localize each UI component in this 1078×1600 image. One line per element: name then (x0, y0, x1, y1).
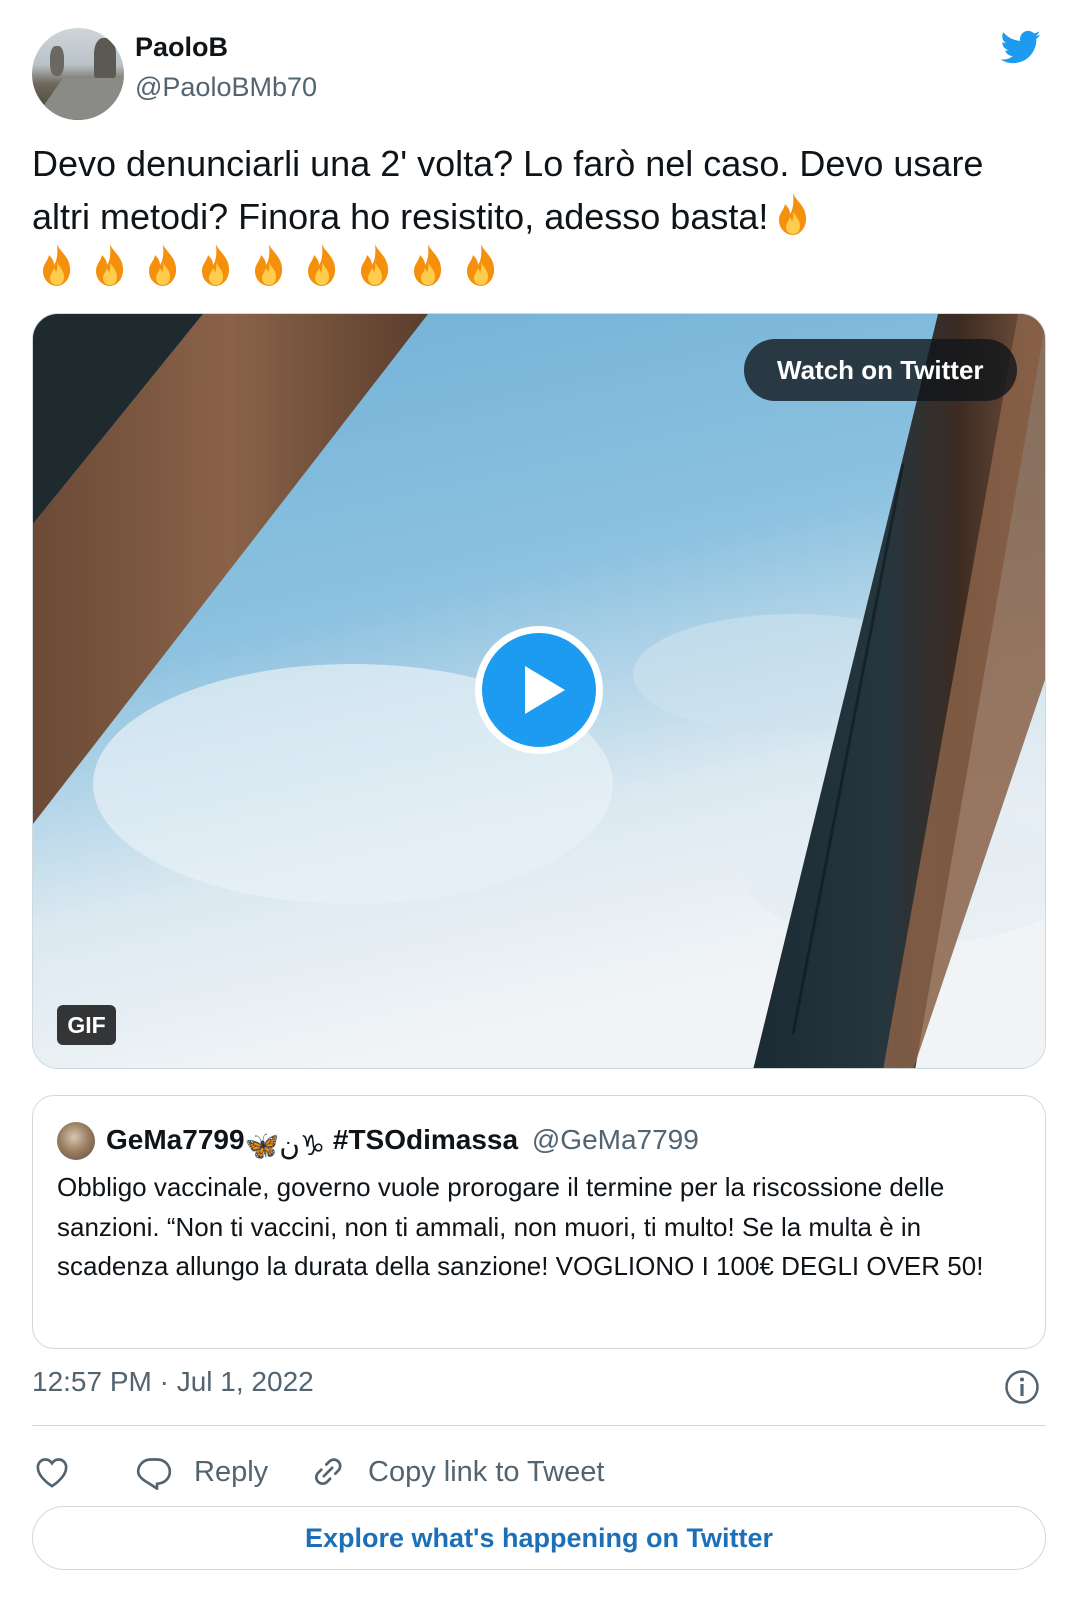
quoted-tweet[interactable]: GeMa7799🦋ن♑ #TSOdimassa @GeMa7799 Obblig… (32, 1095, 1046, 1349)
fire-emoji (85, 240, 135, 290)
quoted-tweet-header: GeMa7799🦋ن♑ #TSOdimassa @GeMa7799 (106, 1120, 699, 1166)
copy-link-label: Copy link to Tweet (368, 1455, 605, 1488)
play-button[interactable] (475, 626, 603, 754)
link-icon (315, 1458, 342, 1485)
fire-emoji (768, 189, 818, 239)
quoted-author-name: GeMa7799 (106, 1124, 245, 1155)
watch-on-twitter-button[interactable]: Watch on Twitter (744, 339, 1017, 401)
twitter-bird-icon[interactable] (996, 26, 1044, 68)
heart-icon (36, 1458, 68, 1488)
divider (32, 1425, 1046, 1426)
reply-button[interactable]: Reply (134, 1444, 268, 1500)
play-icon (525, 666, 565, 714)
info-icon[interactable] (1004, 1369, 1040, 1405)
fire-emoji (403, 240, 453, 290)
like-button[interactable] (32, 1444, 72, 1500)
explore-twitter-button[interactable]: Explore what's happening on Twitter (32, 1506, 1046, 1570)
gif-media[interactable]: Watch on Twitter GIF (32, 313, 1046, 1069)
fire-emoji (191, 240, 241, 290)
author-handle[interactable]: @PaoloBMb70 (135, 72, 317, 103)
butterfly-capricorn-emoji: 🦋ن♑ (244, 1130, 326, 1161)
embedded-tweet-card: PaoloB @PaoloBMb70 Devo denunciarli una … (0, 0, 1078, 1600)
tweet-timestamp[interactable]: 12:57 PM · Jul 1, 2022 (32, 1366, 314, 1398)
author-name[interactable]: PaoloB (135, 32, 228, 63)
author-avatar[interactable] (32, 28, 124, 120)
tweet-text-body: Devo denunciarli una 2' volta? Lo farò n… (32, 143, 984, 237)
quoted-author-avatar (57, 1122, 95, 1160)
fire-emoji (138, 240, 188, 290)
fire-emoji-row (32, 240, 506, 290)
fire-emoji (32, 240, 82, 290)
fire-emoji (350, 240, 400, 290)
gif-badge: GIF (57, 1005, 116, 1045)
quoted-tweet-text: Obbligo vaccinale, governo vuole proroga… (57, 1172, 984, 1281)
quoted-hashtag: #TSOdimassa (332, 1124, 519, 1155)
fire-emoji (244, 240, 294, 290)
fire-emoji (456, 240, 506, 290)
copy-link-button[interactable]: Copy link to Tweet (308, 1444, 604, 1500)
fire-emoji (297, 240, 347, 290)
reply-label: Reply (194, 1455, 269, 1488)
reply-icon (136, 1458, 172, 1490)
tweet-text: Devo denunciarli una 2' volta? Lo farò n… (32, 138, 1032, 242)
quoted-author-handle: @GeMa7799 (531, 1124, 699, 1155)
